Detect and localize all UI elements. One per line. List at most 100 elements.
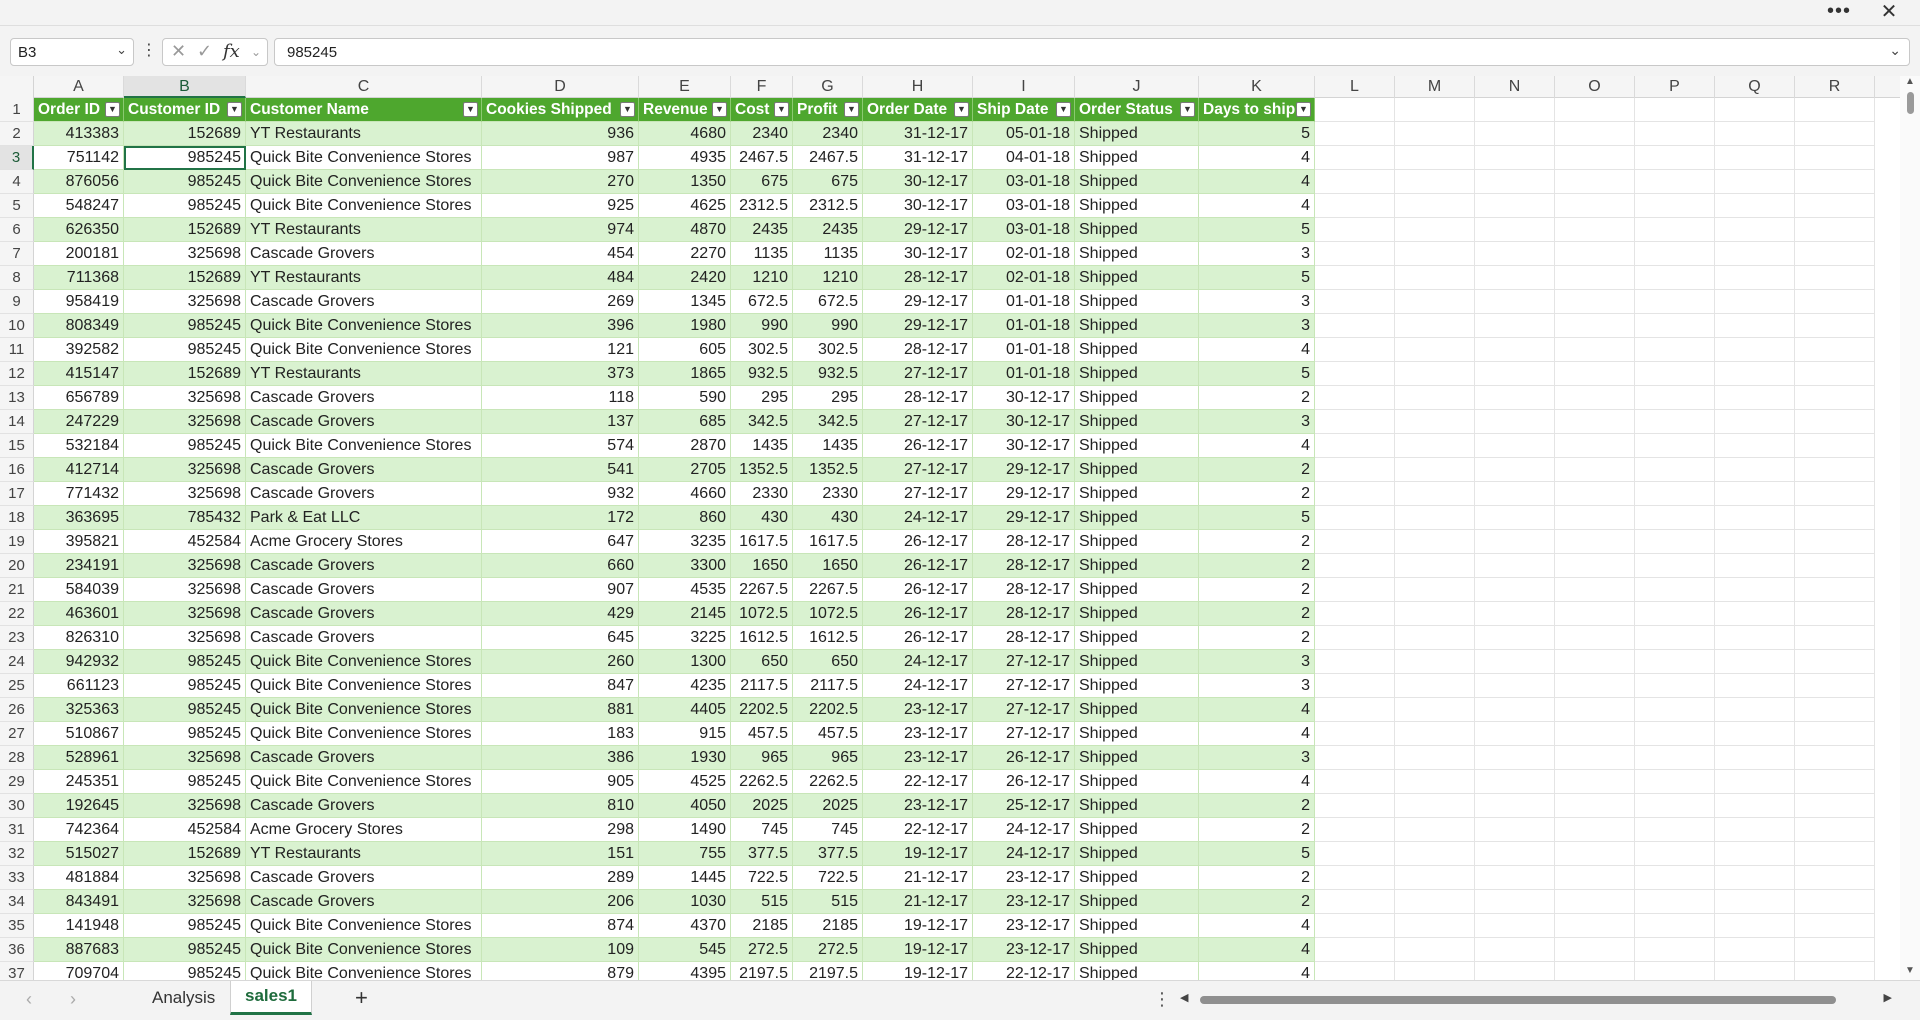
table-cell[interactable]: 808349 [34,314,124,338]
filter-dropdown-icon[interactable]: ▼ [620,102,635,117]
table-cell[interactable]: Quick Bite Convenience Stores [246,314,482,338]
table-cell[interactable]: 325363 [34,698,124,722]
empty-cell[interactable] [1715,746,1795,770]
empty-cell[interactable] [1795,722,1875,746]
empty-cell[interactable] [1315,482,1395,506]
table-cell[interactable]: 152689 [124,842,246,866]
empty-cell[interactable] [1475,506,1555,530]
empty-cell[interactable] [1715,578,1795,602]
table-cell[interactable]: 3 [1199,746,1315,770]
table-cell[interactable]: 3225 [639,626,731,650]
table-cell[interactable]: 23-12-17 [973,866,1075,890]
empty-cell[interactable] [1395,458,1475,482]
table-cell[interactable]: 656789 [34,386,124,410]
table-cell[interactable]: 3 [1199,314,1315,338]
empty-cell[interactable] [1795,122,1875,146]
empty-cell[interactable] [1555,386,1635,410]
empty-cell[interactable] [1395,170,1475,194]
table-cell[interactable]: 28-12-17 [973,530,1075,554]
column-header-f[interactable]: F [731,76,793,98]
table-cell[interactable]: 206 [482,890,639,914]
empty-cell[interactable] [1715,170,1795,194]
scroll-thumb[interactable] [1907,92,1914,114]
empty-cell[interactable] [1635,938,1715,962]
column-header-h[interactable]: H [863,76,973,98]
empty-cell[interactable] [1475,578,1555,602]
empty-cell[interactable] [1555,410,1635,434]
table-cell[interactable]: 152689 [124,362,246,386]
table-cell[interactable]: Shipped [1075,506,1199,530]
empty-cell[interactable] [1795,890,1875,914]
table-cell[interactable]: 463601 [34,602,124,626]
table-cell[interactable]: 4405 [639,698,731,722]
empty-cell[interactable] [1635,674,1715,698]
table-cell[interactable]: 907 [482,578,639,602]
table-cell[interactable]: 2197.5 [731,962,793,980]
empty-cell[interactable] [1715,962,1795,980]
empty-cell[interactable] [1315,434,1395,458]
empty-cell[interactable] [1635,650,1715,674]
table-cell[interactable]: Shipped [1075,674,1199,698]
table-cell[interactable]: Shipped [1075,746,1199,770]
empty-cell[interactable] [1555,842,1635,866]
table-cell[interactable]: Shipped [1075,410,1199,434]
table-cell[interactable]: 915 [639,722,731,746]
empty-cell[interactable] [1475,722,1555,746]
table-cell[interactable]: 2 [1199,578,1315,602]
table-cell[interactable]: 990 [793,314,863,338]
table-cell[interactable]: 515027 [34,842,124,866]
table-cell[interactable]: 29-12-17 [863,314,973,338]
empty-cell[interactable] [1475,362,1555,386]
row-header[interactable]: 26 [0,698,34,722]
table-cell[interactable]: 23-12-17 [973,938,1075,962]
row-header[interactable]: 27 [0,722,34,746]
empty-cell[interactable] [1555,170,1635,194]
empty-cell[interactable] [1795,242,1875,266]
table-cell[interactable]: 415147 [34,362,124,386]
empty-cell[interactable] [1315,962,1395,980]
empty-cell[interactable] [1635,194,1715,218]
empty-cell[interactable] [1715,866,1795,890]
table-cell[interactable]: 27-12-17 [863,362,973,386]
table-cell[interactable]: 932 [482,482,639,506]
table-cell[interactable]: 3 [1199,290,1315,314]
empty-cell[interactable] [1395,218,1475,242]
table-cell[interactable]: 974 [482,218,639,242]
empty-cell[interactable] [1555,194,1635,218]
empty-cell[interactable] [1635,386,1715,410]
empty-cell[interactable] [1795,434,1875,458]
table-cell[interactable]: 21-12-17 [863,890,973,914]
empty-cell[interactable] [1555,434,1635,458]
table-cell[interactable]: Shipped [1075,458,1199,482]
table-cell[interactable]: Cascade Grovers [246,578,482,602]
empty-cell[interactable] [1555,362,1635,386]
table-cell[interactable]: 26-12-17 [863,554,973,578]
table-cell[interactable]: 01-01-18 [973,314,1075,338]
column-title[interactable]: Cookies Shipped ▼ [482,98,639,122]
empty-cell[interactable] [1635,722,1715,746]
table-cell[interactable]: 234191 [34,554,124,578]
empty-cell[interactable] [1475,962,1555,980]
table-cell[interactable]: 985245 [124,434,246,458]
table-cell[interactable]: 26-12-17 [863,530,973,554]
empty-cell[interactable] [1795,482,1875,506]
table-cell[interactable]: 28-12-17 [863,338,973,362]
empty-cell[interactable] [1475,746,1555,770]
empty-cell[interactable] [1395,914,1475,938]
empty-cell[interactable] [1635,770,1715,794]
empty-cell[interactable] [1555,98,1635,122]
table-cell[interactable]: 2467.5 [793,146,863,170]
table-cell[interactable]: Shipped [1075,146,1199,170]
table-cell[interactable]: 25-12-17 [973,794,1075,818]
table-cell[interactable]: 4535 [639,578,731,602]
table-cell[interactable]: 1210 [731,266,793,290]
empty-cell[interactable] [1555,722,1635,746]
row-header[interactable]: 31 [0,818,34,842]
row-header[interactable]: 10 [0,314,34,338]
table-cell[interactable]: 29-12-17 [863,290,973,314]
column-title[interactable]: Profit ▼ [793,98,863,122]
empty-cell[interactable] [1715,938,1795,962]
empty-cell[interactable] [1475,98,1555,122]
table-cell[interactable]: 02-01-18 [973,242,1075,266]
empty-cell[interactable] [1555,818,1635,842]
